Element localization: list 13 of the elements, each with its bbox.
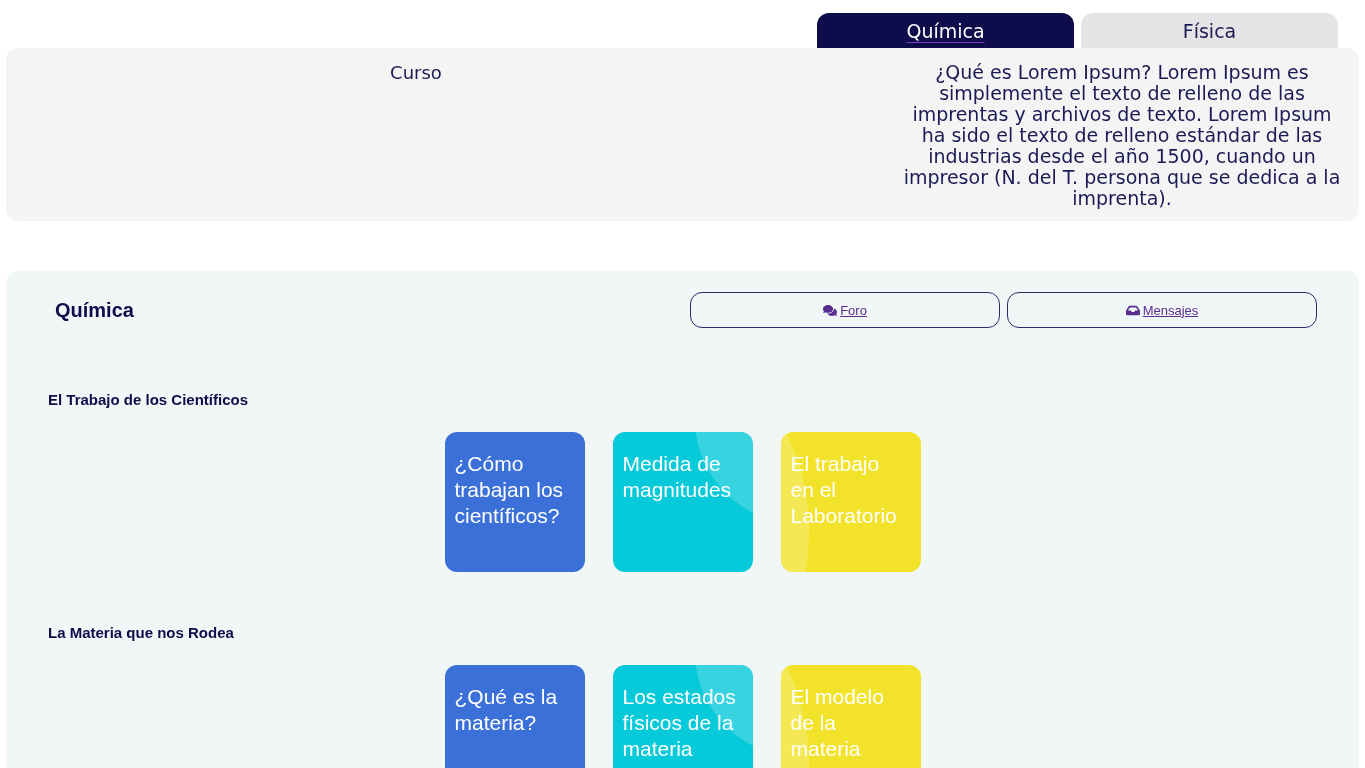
section-title: La Materia que nos Rodea	[48, 624, 234, 642]
forum-button[interactable]: Foro	[690, 292, 1000, 328]
subject-tab[interactable]: Química	[817, 13, 1074, 48]
messages-button[interactable]: Mensajes	[1007, 292, 1317, 328]
lesson-card[interactable]: ¿Cómo trabajan los científicos?	[444, 432, 585, 572]
course-description: ¿Qué es Lorem Ipsum? Lorem Ipsum es simplemente el texto de relleno de las imprentas y archivos de texto. Lorem Ipsum ha sido el texto de relleno estándar de las industrias desde el año 1500, cuando un impresor (N. del T. persona que se dedica a la imprenta).	[902, 62, 1342, 209]
comments-icon	[823, 303, 838, 317]
lesson-card[interactable]: ¿Qué es la materia?	[444, 665, 585, 768]
course-label: Curso	[390, 62, 442, 83]
inbox-icon	[1125, 303, 1140, 317]
subject-title: Química	[55, 298, 134, 322]
subject-tab[interactable]: Física	[1081, 13, 1338, 48]
section-title: El Trabajo de los Científicos	[48, 391, 249, 409]
